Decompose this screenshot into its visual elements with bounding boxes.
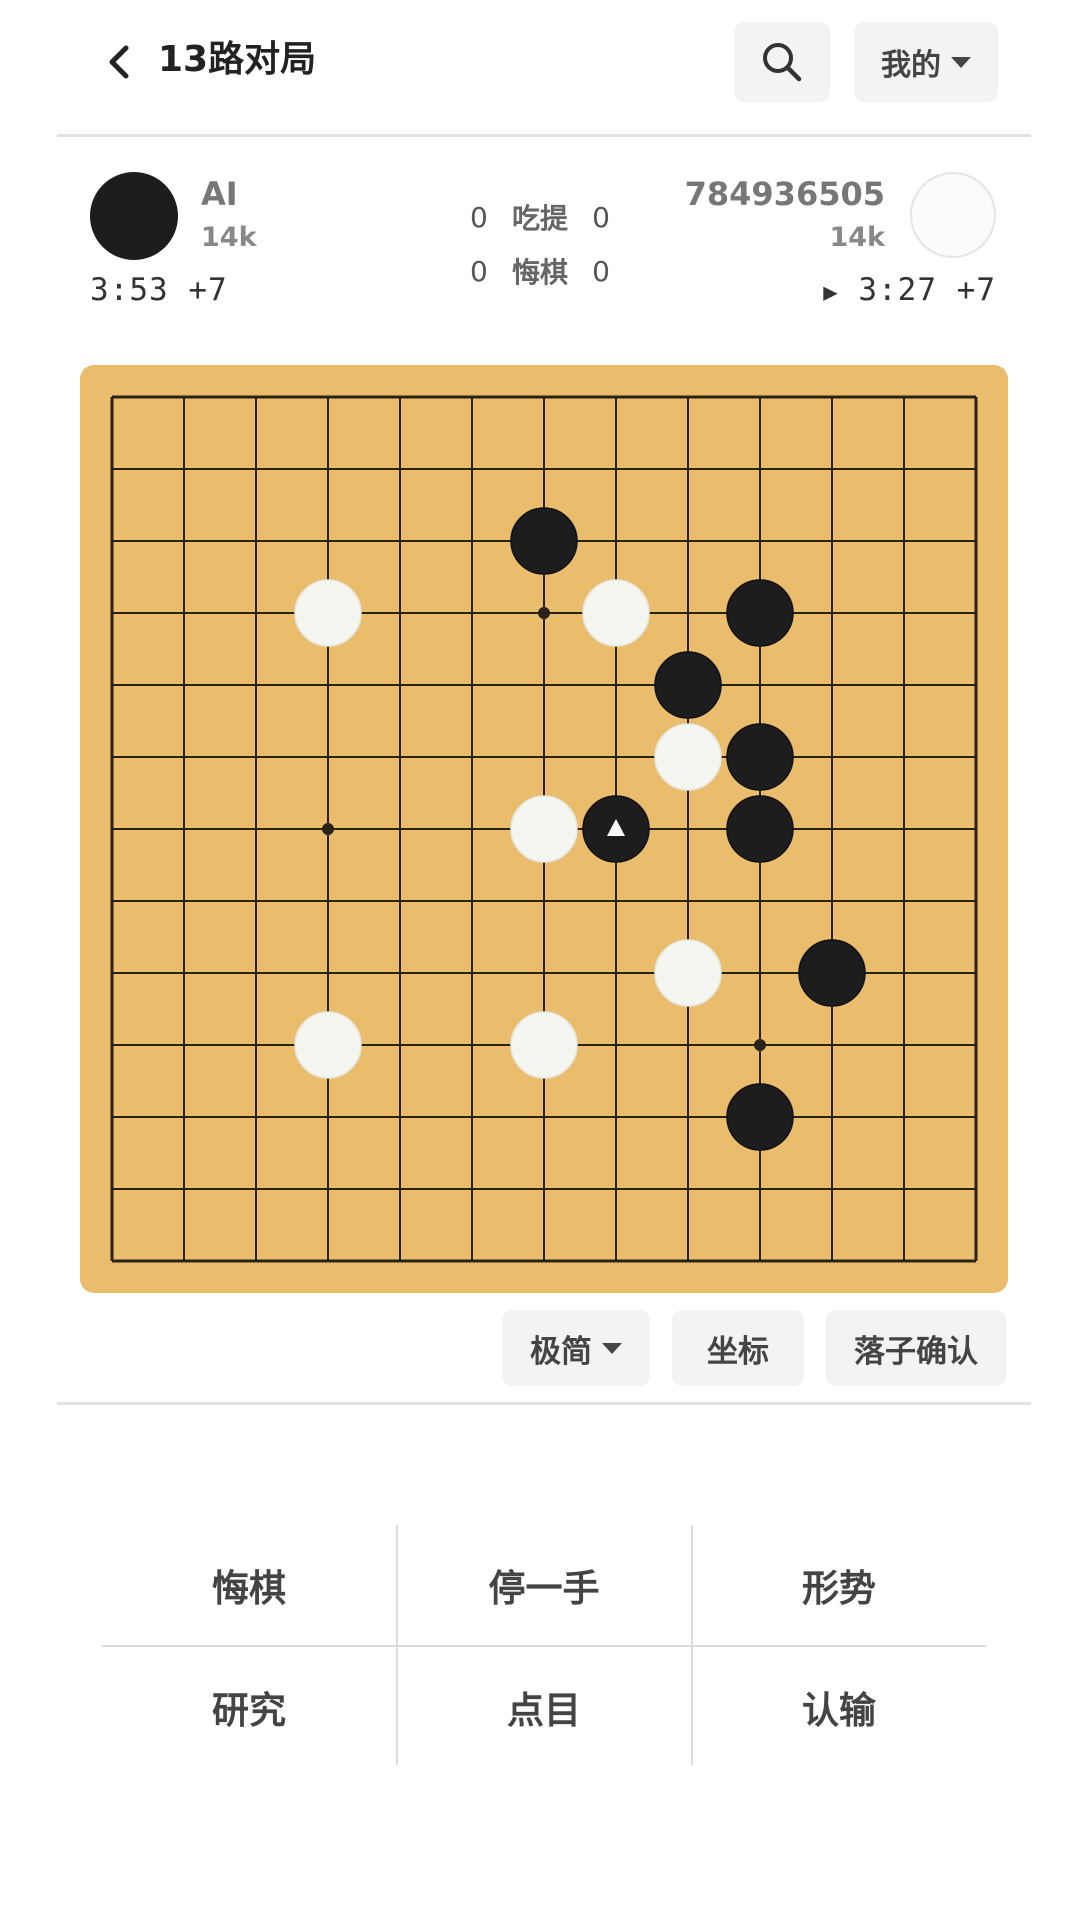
back-button[interactable]: [96, 38, 140, 86]
white-stone: [654, 723, 722, 791]
white-undos: 0: [592, 254, 610, 288]
resign-button[interactable]: 认输: [692, 1647, 986, 1767]
header-divider: [57, 134, 1031, 137]
white-captures: 0: [592, 200, 610, 234]
search-icon: [763, 43, 802, 82]
study-button[interactable]: 研究: [102, 1647, 396, 1767]
star-point: [322, 823, 334, 835]
page-title: 13路对局: [158, 39, 317, 80]
chevron-left-icon: [109, 45, 129, 79]
search-button[interactable]: [734, 22, 830, 102]
white-stone: [510, 1011, 578, 1079]
go-board[interactable]: [80, 365, 1008, 1293]
tools-divider: [57, 1402, 1031, 1405]
game-stats: 0 吃提 0 0 悔棋 0: [470, 190, 610, 298]
black-stone: [726, 1083, 794, 1151]
black-captures: 0: [470, 200, 488, 234]
black-stone: [654, 651, 722, 719]
mine-menu-label: 我的: [881, 48, 941, 83]
white-stone: [294, 1011, 362, 1079]
white-player-clock: 3:27 +7: [858, 272, 996, 308]
black-player-rank: 14k: [201, 222, 257, 253]
black-stone: [726, 579, 794, 647]
coordinates-label: 坐标: [707, 1333, 769, 1370]
action-grid: 悔棋 停一手 形势 研究 点目 认输: [102, 1525, 986, 1765]
move-confirm-label: 落子确认: [854, 1333, 978, 1370]
star-point: [754, 1039, 766, 1051]
black-stone: [510, 507, 578, 575]
to-move-marker: ▶: [823, 278, 839, 306]
white-stone: [654, 939, 722, 1007]
captures-row: 0 吃提 0: [470, 190, 610, 244]
grid-divider: [102, 1645, 986, 1647]
top-bar: 13路对局 我的: [0, 0, 1080, 134]
white-player-name: 784936505: [684, 175, 885, 213]
situation-button[interactable]: 形势: [692, 1525, 986, 1645]
caret-down-icon: [602, 1342, 622, 1354]
black-stone: [726, 795, 794, 863]
white-stone: [294, 579, 362, 647]
black-player-name: AI: [201, 175, 238, 213]
mine-menu-button[interactable]: 我的: [854, 22, 998, 102]
white-stone: [510, 795, 578, 863]
white-player-rank: 14k: [829, 222, 885, 253]
move-confirm-button[interactable]: 落子确认: [826, 1310, 1006, 1386]
star-point: [538, 607, 550, 619]
board-style-dropdown[interactable]: 极简: [502, 1310, 650, 1386]
pass-button[interactable]: 停一手: [397, 1525, 691, 1645]
captures-label: 吃提: [511, 202, 568, 235]
board-style-label: 极简: [530, 1333, 592, 1370]
undos-label: 悔棋: [511, 256, 568, 289]
count-button[interactable]: 点目: [397, 1647, 691, 1767]
white-player-clock-wrap: ▶ 3:27 +7: [823, 272, 996, 308]
board-grid[interactable]: [80, 365, 1008, 1293]
white-stone: [582, 579, 650, 647]
black-player-avatar: [90, 172, 178, 260]
black-undos: 0: [470, 254, 488, 288]
caret-down-icon: [951, 56, 971, 68]
white-player-avatar: [910, 172, 996, 258]
undo-button[interactable]: 悔棋: [102, 1525, 396, 1645]
black-player-clock: 3:53 +7: [90, 272, 228, 308]
coordinates-button[interactable]: 坐标: [672, 1310, 804, 1386]
black-stone: [798, 939, 866, 1007]
undos-row: 0 悔棋 0: [470, 244, 610, 298]
black-stone: [726, 723, 794, 791]
